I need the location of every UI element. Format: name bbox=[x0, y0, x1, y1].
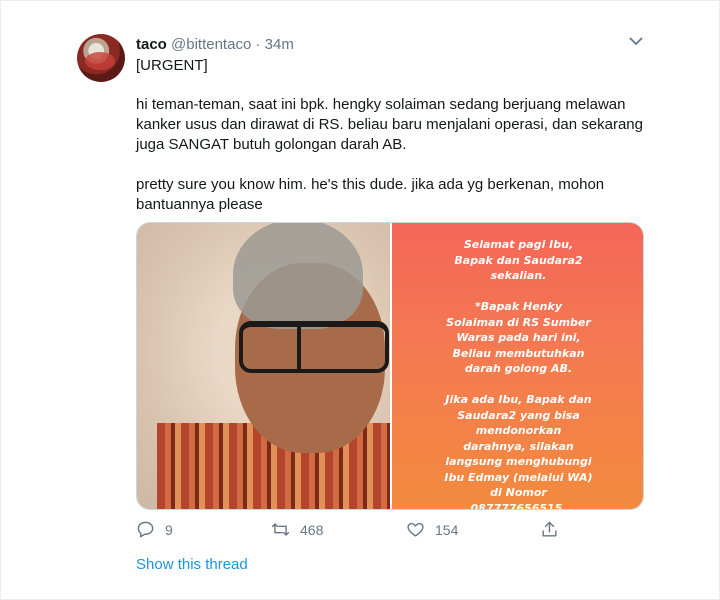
image-text-line: darahnya, silakan bbox=[463, 439, 574, 453]
image-text-line: Bapak dan Saudara2 bbox=[454, 253, 583, 267]
share-button[interactable] bbox=[540, 520, 569, 539]
image-text-line: darah golong AB. bbox=[464, 362, 573, 375]
image-text-line: Selamat pagi Ibu, bbox=[463, 238, 574, 251]
display-name[interactable]: taco bbox=[136, 36, 167, 53]
image-text-line: Jika ada Ibu, Bapak dan bbox=[445, 393, 592, 406]
image-text-line: Ibu Edmay (melalui WA) bbox=[444, 470, 593, 484]
tweet-text-line: kanker usus dan dirawat di RS. beliau ba… bbox=[136, 116, 643, 133]
image-text-line: langsung menghubungi bbox=[445, 455, 592, 468]
share-icon bbox=[542, 521, 557, 537]
tweet-text-line: juga SANGAT butuh golongan darah AB. bbox=[136, 136, 407, 153]
reply-icon bbox=[137, 521, 154, 538]
image-text-line bbox=[392, 377, 643, 393]
like-count: 154 bbox=[435, 521, 459, 538]
heart-icon bbox=[407, 522, 424, 537]
portrait-photo[interactable] bbox=[137, 223, 390, 509]
user-handle[interactable]: @bittentaco bbox=[171, 36, 251, 53]
reply-button[interactable]: 9 bbox=[136, 520, 173, 539]
tweet-text-line: hi teman-teman, saat ini bpk. hengky sol… bbox=[136, 96, 626, 113]
image-text-line: Waras pada hari ini, bbox=[456, 331, 581, 344]
image-text-line: sekalian. bbox=[490, 269, 547, 282]
image-text-line: Saudara2 yang bisa bbox=[457, 408, 580, 422]
image-text-line bbox=[392, 284, 643, 300]
chevron-down-icon[interactable] bbox=[627, 34, 645, 48]
separator-dot: · bbox=[255, 36, 261, 53]
avatar[interactable] bbox=[77, 34, 125, 82]
image-message-text: Selamat pagi Ibu, Bapak dan Saudara2 sekal… bbox=[392, 237, 643, 510]
tweet-text-line: bantuannya please bbox=[136, 196, 263, 213]
message-image[interactable]: Selamat pagi Ibu, Bapak dan Saudara2 sekal… bbox=[392, 223, 643, 510]
like-button[interactable]: 154 bbox=[406, 520, 458, 539]
reply-count: 9 bbox=[165, 521, 173, 538]
retweet-icon bbox=[271, 523, 290, 536]
image-text-line: di Nomor bbox=[490, 486, 547, 499]
tweet-media[interactable]: Selamat pagi Ibu, Bapak dan Saudara2 sekal… bbox=[136, 222, 644, 510]
show-thread-link[interactable]: Show this thread bbox=[136, 556, 248, 573]
tweet-timestamp[interactable]: 34m bbox=[265, 36, 294, 53]
retweet-button[interactable]: 468 bbox=[271, 520, 323, 539]
tweet-text-line: pretty sure you know him. he's this dude… bbox=[136, 176, 605, 193]
image-text-line: Beliau membutuhkan bbox=[452, 346, 585, 360]
image-text-line: Solaiman di RS Sumber bbox=[446, 315, 591, 329]
image-text-line: mendonorkan bbox=[475, 424, 562, 437]
image-text-line: *Bapak Henky bbox=[475, 300, 562, 313]
tweet-actions: 9 468 154 bbox=[136, 520, 566, 540]
tweet-header: taco @bittentaco · 34m bbox=[136, 36, 294, 54]
tweet-text-line: [URGENT] bbox=[136, 57, 208, 74]
image-text-line: 087777656515. bbox=[470, 501, 567, 510]
retweet-count: 468 bbox=[300, 521, 324, 538]
